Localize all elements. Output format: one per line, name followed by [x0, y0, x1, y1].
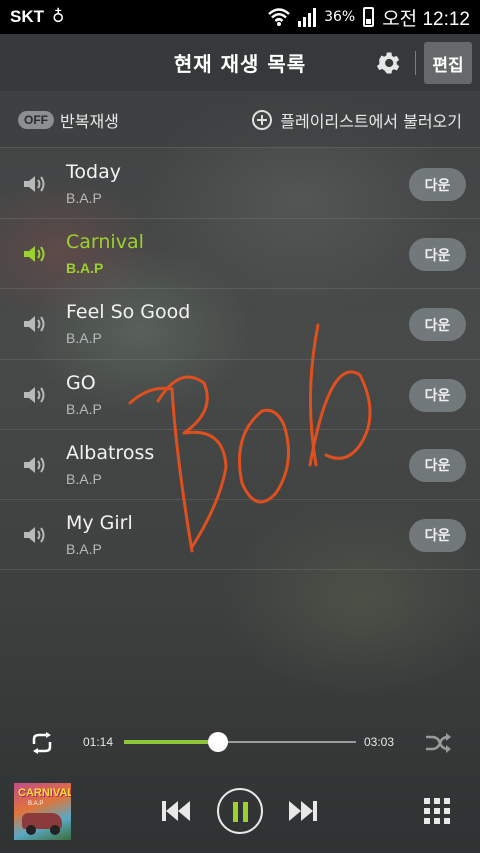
total-time: 03:03	[364, 735, 395, 749]
edit-button[interactable]: 편집	[424, 42, 472, 84]
track-row[interactable]: My Girl B.A.P 다운	[0, 500, 480, 571]
album-art[interactable]: CARNIVAL B.A.P	[14, 783, 71, 840]
wifi-icon	[268, 8, 290, 26]
load-playlist-button[interactable]: 플레이리스트에서 불러오기	[252, 108, 462, 132]
next-icon[interactable]	[287, 797, 319, 825]
download-button[interactable]: 다운	[409, 378, 466, 412]
plus-circle-icon	[252, 109, 273, 130]
album-art-title: CARNIVAL	[18, 787, 71, 799]
track-title: Today	[66, 161, 121, 183]
page-title: 현재 재생 목록	[173, 52, 307, 76]
speaker-icon	[24, 386, 45, 403]
speaker-icon	[24, 456, 45, 473]
track-artist: B.A.P	[66, 470, 102, 487]
track-title: GO	[66, 371, 96, 394]
track-artist: B.A.P	[66, 400, 102, 417]
repeat-label[interactable]: 반복재생	[60, 108, 119, 132]
battery-icon	[363, 7, 375, 27]
speaker-icon	[24, 246, 45, 263]
track-row[interactable]: Today B.A.P 다운	[0, 149, 480, 220]
pause-icon	[233, 802, 238, 822]
shuffle-icon[interactable]	[424, 732, 452, 754]
download-button[interactable]: 다운	[409, 448, 466, 482]
notification-icon: ♁	[52, 7, 65, 27]
download-button[interactable]: 다운	[409, 168, 466, 201]
header-divider	[415, 51, 416, 75]
track-artist: B.A.P	[66, 190, 102, 206]
signal-icon	[298, 7, 317, 27]
pause-icon	[243, 802, 248, 822]
download-button[interactable]: 다운	[409, 518, 466, 552]
seek-bar[interactable]	[124, 732, 356, 752]
header: 현재 재생 목록 편집	[0, 34, 480, 92]
clock: 오전 12:12	[382, 8, 470, 30]
gear-icon[interactable]	[374, 49, 402, 77]
speaker-icon	[24, 526, 45, 543]
track-title: My Girl	[66, 511, 133, 534]
grid-icon[interactable]	[424, 798, 450, 824]
track-title: Albatross	[66, 441, 155, 464]
track-row[interactable]: Feel So Good B.A.P 다운	[0, 289, 480, 360]
battery-percent: 36%	[324, 9, 356, 25]
track-artist: B.A.P	[66, 540, 102, 557]
album-art-wheel	[26, 825, 36, 835]
pause-button[interactable]	[217, 788, 263, 834]
load-playlist-label: 플레이리스트에서 불러오기	[280, 111, 462, 131]
status-bar: SKT ♁ 36% 오전 12:12	[0, 0, 480, 34]
track-list: Today B.A.P 다운 Carnival B.A.P 다운 Feel So Goo…	[0, 149, 480, 571]
carrier-label: SKT	[10, 7, 44, 26]
download-button[interactable]: 다운	[409, 308, 466, 342]
album-art-subtitle: B.A.P	[28, 801, 44, 807]
current-time: 01:14	[83, 735, 114, 749]
playback-progress: 01:14 03:03	[0, 722, 480, 762]
repeat-toggle[interactable]: OFF	[18, 110, 54, 129]
track-row[interactable]: Carnival B.A.P 다운	[0, 219, 480, 290]
playlist-controls: OFF 반복재생 플레이리스트에서 불러오기	[0, 92, 480, 148]
previous-icon[interactable]	[160, 797, 192, 825]
track-title: Carnival	[66, 231, 144, 254]
album-art-wheel	[50, 825, 60, 835]
repeat-icon[interactable]	[28, 732, 56, 754]
download-button[interactable]: 다운	[409, 238, 466, 272]
track-title: Feel So Good	[66, 301, 191, 324]
seek-bar-thumb[interactable]	[207, 732, 228, 752]
player-controls: CARNIVAL B.A.P	[0, 770, 480, 853]
speaker-icon	[24, 316, 45, 333]
track-artist: B.A.P	[66, 260, 104, 277]
seek-bar-fill	[124, 740, 218, 744]
speaker-icon	[24, 176, 45, 192]
track-artist: B.A.P	[66, 330, 102, 347]
track-row[interactable]: Albatross B.A.P 다운	[0, 430, 480, 500]
track-row[interactable]: GO B.A.P 다운	[0, 360, 480, 430]
